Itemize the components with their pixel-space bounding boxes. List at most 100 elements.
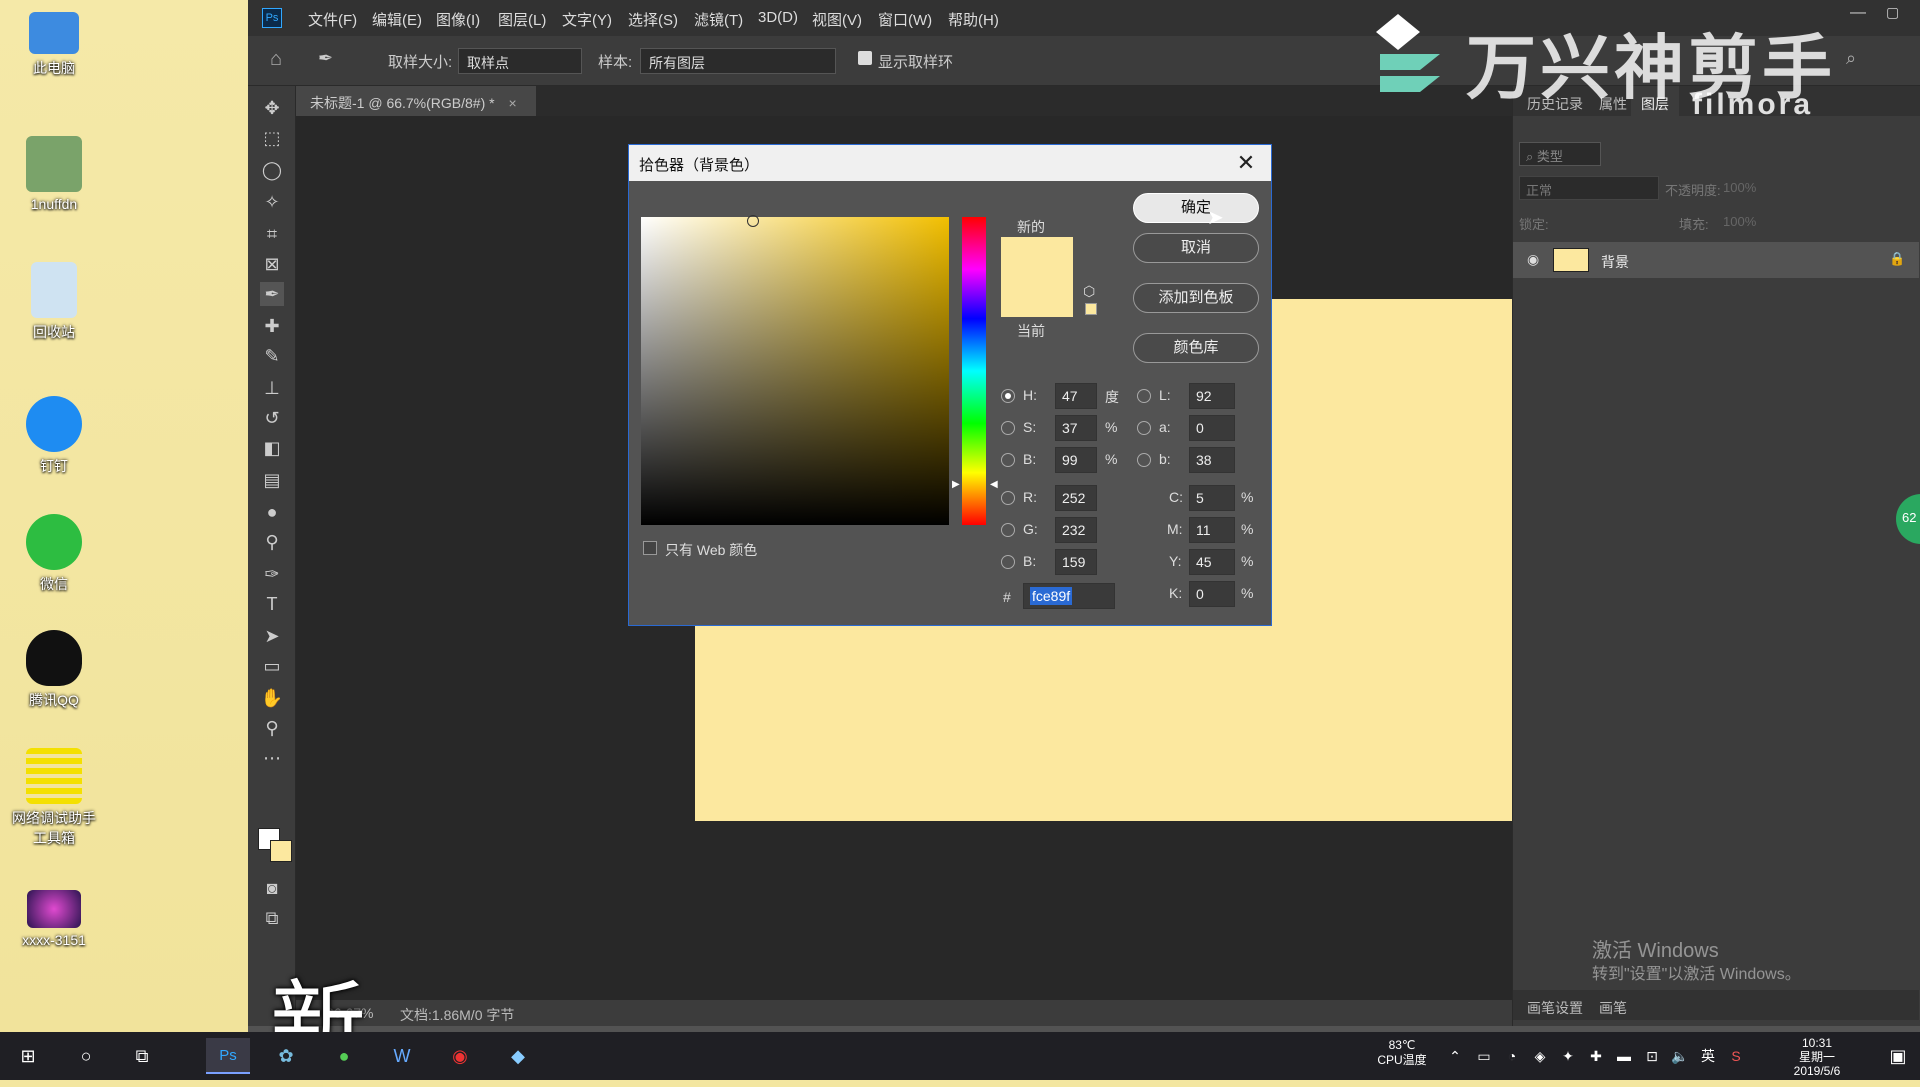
brush-tool-icon[interactable]: ✎: [260, 344, 284, 368]
eyedropper-tool-icon[interactable]: ✒: [318, 48, 333, 69]
lasso-tool-icon[interactable]: ◯: [260, 158, 284, 182]
menu-window[interactable]: 窗口(W): [878, 9, 932, 30]
home-icon[interactable]: ⌂: [270, 48, 282, 71]
a-radio[interactable]: [1137, 421, 1151, 435]
stamp-tool-icon[interactable]: ⊥: [260, 376, 284, 400]
dodge-tool-icon[interactable]: ⚲: [260, 530, 284, 554]
menu-type[interactable]: 文字(Y): [562, 9, 612, 30]
hex-input[interactable]: fce89f: [1023, 583, 1115, 609]
add-to-swatches-button[interactable]: 添加到色板: [1133, 283, 1259, 313]
cancel-button[interactable]: 取消: [1133, 233, 1259, 263]
path-selection-tool-icon[interactable]: ➤: [260, 624, 284, 648]
menu-file[interactable]: 文件(F): [308, 9, 357, 30]
m-input[interactable]: 11: [1189, 517, 1235, 543]
menu-select[interactable]: 选择(S): [628, 9, 678, 30]
blue-radio[interactable]: [1001, 555, 1015, 569]
tab-brush-settings[interactable]: 画笔设置: [1517, 990, 1593, 1020]
background-color-swatch[interactable]: [270, 840, 292, 862]
h-radio[interactable]: [1001, 389, 1015, 403]
ime-indicator[interactable]: 英: [1694, 1038, 1722, 1074]
k-input[interactable]: 0: [1189, 581, 1235, 607]
zoom-tool-icon[interactable]: ⚲: [260, 716, 284, 740]
menu-edit[interactable]: 编辑(E): [372, 9, 422, 30]
desktop-icon-user[interactable]: 1nuffdn: [8, 136, 100, 212]
r-radio[interactable]: [1001, 491, 1015, 505]
taskbar-photoshop-icon[interactable]: Ps: [206, 1038, 250, 1074]
b-input[interactable]: 99: [1055, 447, 1097, 473]
menu-image[interactable]: 图像(I): [436, 9, 480, 30]
tab-brushes[interactable]: 画笔: [1589, 990, 1637, 1020]
cpu-temperature[interactable]: 83℃ CPU温度: [1374, 1038, 1430, 1068]
minimize-icon[interactable]: —: [1850, 4, 1866, 22]
menu-view[interactable]: 视图(V): [812, 9, 862, 30]
pen-tool-icon[interactable]: ✑: [260, 562, 284, 586]
search-icon[interactable]: ⌕: [1846, 48, 1856, 69]
tray-app-icon[interactable]: ✦: [1554, 1038, 1582, 1074]
show-hidden-icons-icon[interactable]: ⌃: [1440, 1038, 1470, 1074]
healing-brush-tool-icon[interactable]: ✚: [260, 314, 284, 338]
history-brush-tool-icon[interactable]: ↺: [260, 406, 284, 430]
notifications-icon[interactable]: ▣: [1876, 1038, 1920, 1074]
hue-slider-right-arrow-icon[interactable]: ◀: [990, 479, 998, 490]
menu-3d[interactable]: 3D(D): [758, 9, 798, 26]
battery-icon[interactable]: ▬: [1610, 1038, 1638, 1074]
taskbar-editor-icon[interactable]: ◆: [496, 1038, 540, 1074]
search-circle-icon[interactable]: ○: [64, 1038, 108, 1074]
tray-shield-icon[interactable]: ◈: [1526, 1038, 1554, 1074]
maximize-icon[interactable]: ▢: [1886, 4, 1899, 21]
menu-layer[interactable]: 图层(L): [498, 9, 546, 30]
desktop-icon-recycle-bin[interactable]: 回收站: [8, 262, 100, 342]
desktop-icon-dingtalk[interactable]: 钉钉: [8, 396, 100, 476]
taskbar-browser-icon[interactable]: ●: [322, 1038, 366, 1074]
desktop-icon-net-tool[interactable]: 网络调试助手工具箱: [8, 748, 100, 848]
ok-button[interactable]: 确定: [1133, 193, 1259, 223]
c-input[interactable]: 5: [1189, 485, 1235, 511]
desktop-icon-qq[interactable]: 腾讯QQ: [8, 630, 100, 710]
blur-tool-icon[interactable]: ●: [260, 500, 284, 524]
opacity-value[interactable]: 100%: [1723, 180, 1756, 195]
show-ring-checkbox[interactable]: [858, 51, 872, 65]
color-libraries-button[interactable]: 颜色库: [1133, 333, 1259, 363]
magic-wand-tool-icon[interactable]: ✧: [260, 190, 284, 214]
windows-start-icon[interactable]: ⊞: [6, 1038, 50, 1074]
cube-warning-icon[interactable]: ⬡: [1083, 283, 1095, 300]
layer-row-background[interactable]: ◉ 背景 🔒: [1513, 242, 1919, 278]
hue-slider-left-arrow-icon[interactable]: ▶: [952, 479, 960, 490]
task-view-icon[interactable]: ⧉: [120, 1038, 164, 1074]
l-radio[interactable]: [1137, 389, 1151, 403]
close-icon[interactable]: ✕: [1233, 150, 1259, 176]
a-input[interactable]: 0: [1189, 415, 1235, 441]
network-icon[interactable]: ⊡: [1638, 1038, 1666, 1074]
close-tab-icon[interactable]: ×: [509, 95, 517, 111]
rectangle-tool-icon[interactable]: ▭: [260, 654, 284, 678]
quick-mask-icon[interactable]: ◙: [260, 876, 284, 900]
screen-mode-icon[interactable]: ⧉: [260, 906, 284, 930]
desktop-icon-wechat[interactable]: 微信: [8, 514, 100, 594]
r-input[interactable]: 252: [1055, 485, 1097, 511]
taskbar-wps-icon[interactable]: W: [380, 1038, 424, 1074]
blend-mode-select[interactable]: 正常: [1519, 176, 1659, 200]
visibility-eye-icon[interactable]: ◉: [1527, 251, 1539, 268]
marquee-tool-icon[interactable]: ⬚: [260, 126, 284, 150]
web-only-checkbox[interactable]: [643, 541, 657, 555]
current-color-swatch[interactable]: [1001, 277, 1073, 317]
taskbar-app-icon[interactable]: ✿: [264, 1038, 308, 1074]
sample-size-select[interactable]: 取样点: [458, 48, 582, 74]
sample-select[interactable]: 所有图层: [640, 48, 836, 74]
color-field-cursor[interactable]: [747, 215, 759, 227]
desktop-icon-this-pc[interactable]: 此电脑: [8, 12, 100, 78]
tab-untitled-1[interactable]: 未标题-1 @ 66.7%(RGB/8#) * ×: [296, 86, 536, 116]
hand-tool-icon[interactable]: ✋: [260, 686, 284, 710]
eraser-tool-icon[interactable]: ◧: [260, 436, 284, 460]
g-input[interactable]: 232: [1055, 517, 1097, 543]
hue-slider[interactable]: [962, 217, 986, 525]
lab-b-radio[interactable]: [1137, 453, 1151, 467]
b-radio[interactable]: [1001, 453, 1015, 467]
type-tool-icon[interactable]: T: [260, 592, 284, 616]
blue-input[interactable]: 159: [1055, 549, 1097, 575]
crop-tool-icon[interactable]: ⌗: [260, 222, 284, 246]
frame-tool-icon[interactable]: ⊠: [260, 252, 284, 276]
menu-filter[interactable]: 滤镜(T): [694, 9, 743, 30]
eyedropper-tool-icon[interactable]: ✒: [260, 282, 284, 306]
clock[interactable]: 10:31 星期一 2019/5/6: [1762, 1036, 1872, 1078]
